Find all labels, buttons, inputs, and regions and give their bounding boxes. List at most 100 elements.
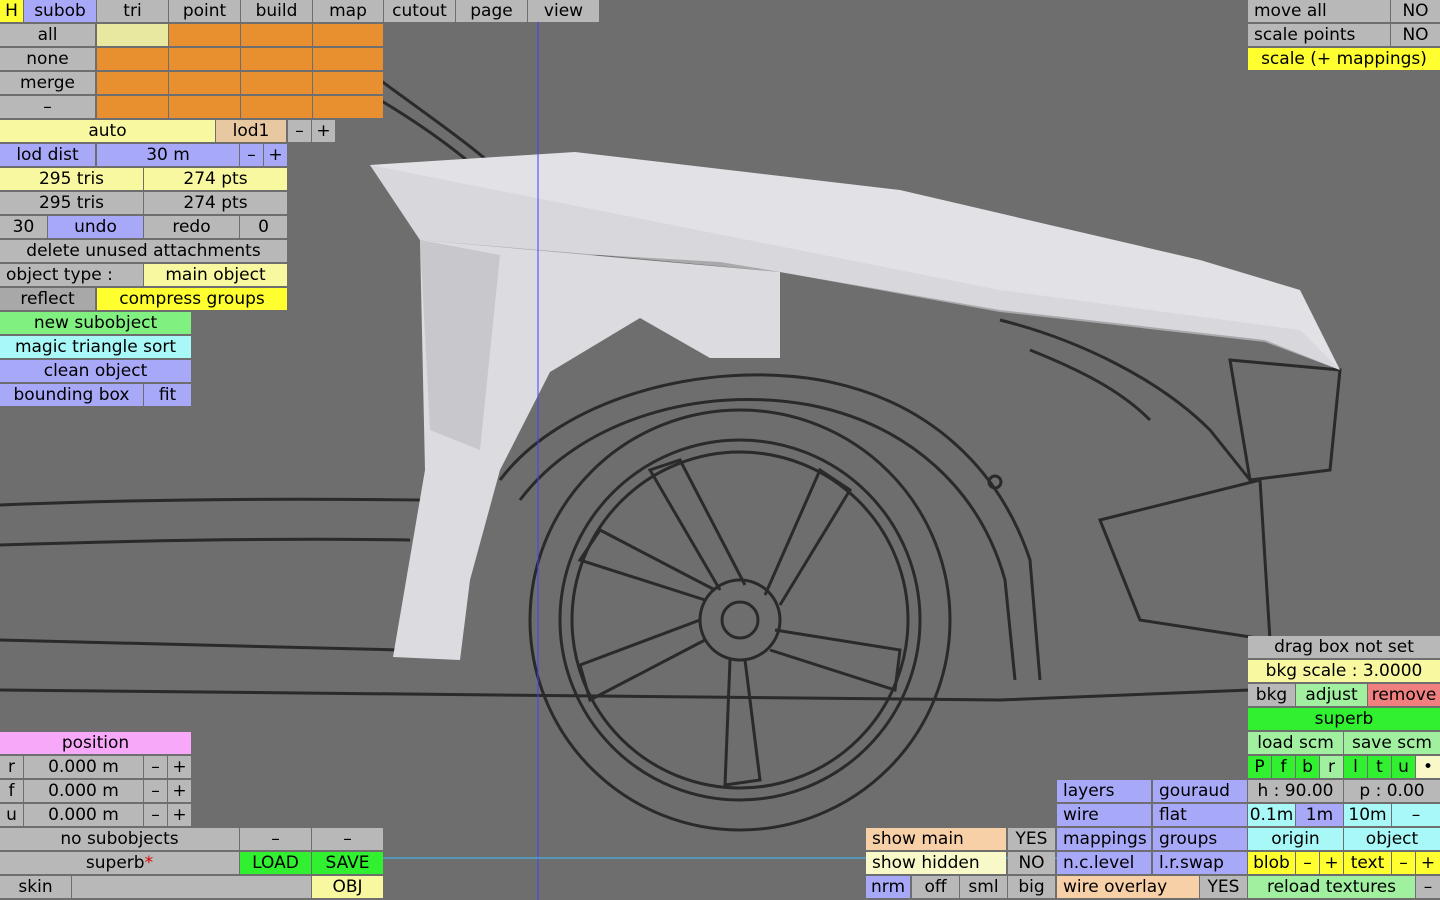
pitch-value[interactable]: p : 0.00 bbox=[1344, 780, 1440, 802]
show-main-toggle[interactable]: YES bbox=[1008, 828, 1055, 850]
object-button[interactable]: object bbox=[1344, 828, 1440, 850]
subobject-slot[interactable] bbox=[313, 72, 383, 94]
wire-overlay-toggle[interactable]: YES bbox=[1200, 876, 1247, 898]
subobject-slot[interactable] bbox=[169, 96, 240, 118]
subobject-slot[interactable] bbox=[169, 48, 240, 70]
layers-button[interactable]: layers bbox=[1057, 780, 1151, 802]
position-value-r[interactable]: 0.000 m bbox=[24, 756, 143, 778]
lod-plus-button[interactable]: + bbox=[312, 120, 335, 142]
big-button[interactable]: big bbox=[1008, 876, 1055, 898]
clean-object-button[interactable]: clean object bbox=[0, 360, 191, 382]
lod-auto-button[interactable]: auto bbox=[0, 120, 215, 142]
scale-points-toggle[interactable]: NO bbox=[1391, 24, 1440, 46]
tab-build[interactable]: build bbox=[241, 0, 312, 22]
subobject-slot[interactable] bbox=[97, 96, 168, 118]
lod-dist-plus-button[interactable]: + bbox=[264, 144, 287, 166]
object-type-value[interactable]: main object bbox=[144, 264, 287, 286]
subobject-dash-button[interactable]: – bbox=[240, 828, 311, 850]
bkg-scale-value[interactable]: bkg scale : 3.0000 bbox=[1248, 660, 1440, 682]
tab-h[interactable]: H bbox=[0, 0, 23, 22]
view-toggle-f[interactable]: f bbox=[1272, 756, 1295, 778]
position-plus-button[interactable]: + bbox=[168, 780, 191, 802]
gouraud-button[interactable]: gouraud bbox=[1153, 780, 1247, 802]
position-minus-button[interactable]: – bbox=[144, 804, 167, 826]
delete-unused-attachments-button[interactable]: delete unused attachments bbox=[0, 240, 287, 262]
subobject-dash-button[interactable]: – bbox=[312, 828, 383, 850]
view-toggle-u[interactable]: u bbox=[1392, 756, 1415, 778]
position-value-u[interactable]: 0.000 m bbox=[24, 804, 143, 826]
origin-button[interactable]: origin bbox=[1248, 828, 1343, 850]
off-button[interactable]: off bbox=[912, 876, 959, 898]
view-toggle-t[interactable]: t bbox=[1368, 756, 1391, 778]
view-toggle-p[interactable]: P bbox=[1248, 756, 1271, 778]
step-1m-button[interactable]: 1m bbox=[1296, 804, 1343, 826]
tab-view[interactable]: view bbox=[528, 0, 599, 22]
undo-button[interactable]: undo bbox=[48, 216, 143, 238]
wire-button[interactable]: wire bbox=[1057, 804, 1151, 826]
subobject-slot[interactable] bbox=[241, 96, 312, 118]
subobject-slot[interactable] bbox=[97, 48, 168, 70]
subobject-slot[interactable] bbox=[313, 24, 383, 46]
save-button[interactable]: SAVE bbox=[312, 852, 383, 874]
view-toggle-b[interactable]: b bbox=[1296, 756, 1319, 778]
flat-button[interactable]: flat bbox=[1153, 804, 1247, 826]
tab-point[interactable]: point bbox=[169, 0, 240, 22]
fit-button[interactable]: fit bbox=[144, 384, 191, 406]
magic-triangle-sort-button[interactable]: magic triangle sort bbox=[0, 336, 191, 358]
step-0-1m-button[interactable]: 0.1m bbox=[1248, 804, 1295, 826]
redo-button[interactable]: redo bbox=[144, 216, 239, 238]
tab-page[interactable]: page bbox=[456, 0, 527, 22]
text-plus-button[interactable]: + bbox=[1416, 852, 1440, 874]
position-plus-button[interactable]: + bbox=[168, 804, 191, 826]
position-plus-button[interactable]: + bbox=[168, 756, 191, 778]
blob-plus-button[interactable]: + bbox=[1320, 852, 1343, 874]
step-10m-button[interactable]: 10m bbox=[1344, 804, 1391, 826]
bounding-box-button[interactable]: bounding box bbox=[0, 384, 143, 406]
position-minus-button[interactable]: – bbox=[144, 756, 167, 778]
heading-value[interactable]: h : 90.00 bbox=[1248, 780, 1343, 802]
text-minus-button[interactable]: – bbox=[1392, 852, 1415, 874]
select-minus-button[interactable]: – bbox=[0, 96, 95, 118]
tab-tri[interactable]: tri bbox=[97, 0, 168, 22]
subobject-slot[interactable] bbox=[97, 24, 168, 46]
lod-name[interactable]: lod1 bbox=[216, 120, 286, 142]
tab-cutout[interactable]: cutout bbox=[384, 0, 455, 22]
reload-textures-button[interactable]: reload textures bbox=[1248, 876, 1415, 898]
subobject-slot[interactable] bbox=[97, 72, 168, 94]
lod-minus-button[interactable]: – bbox=[288, 120, 311, 142]
obj-button[interactable]: OBJ bbox=[312, 876, 383, 898]
step-minus-button[interactable]: – bbox=[1392, 804, 1440, 826]
scale-mappings-button[interactable]: scale (+ mappings) bbox=[1248, 48, 1440, 70]
merge-button[interactable]: merge bbox=[0, 72, 95, 94]
reflect-button[interactable]: reflect bbox=[0, 288, 95, 310]
small-button[interactable]: sml bbox=[960, 876, 1007, 898]
tab-map[interactable]: map bbox=[313, 0, 383, 22]
lr-swap-button[interactable]: l.r.swap bbox=[1153, 852, 1247, 874]
select-none-button[interactable]: none bbox=[0, 48, 95, 70]
subobject-slot[interactable] bbox=[313, 96, 383, 118]
select-all-button[interactable]: all bbox=[0, 24, 95, 46]
position-value-f[interactable]: 0.000 m bbox=[24, 780, 143, 802]
position-minus-button[interactable]: – bbox=[144, 780, 167, 802]
save-scm-button[interactable]: save scm bbox=[1344, 732, 1440, 754]
subobject-slot[interactable] bbox=[169, 72, 240, 94]
reload-minus-button[interactable]: – bbox=[1416, 876, 1440, 898]
mappings-button[interactable]: mappings bbox=[1057, 828, 1151, 850]
bkg-remove-button[interactable]: remove bbox=[1368, 684, 1440, 706]
tab-subob[interactable]: subob bbox=[24, 0, 96, 22]
view-dot-toggle[interactable]: • bbox=[1416, 756, 1440, 778]
new-subobject-button[interactable]: new subobject bbox=[0, 312, 191, 334]
subobject-slot[interactable] bbox=[241, 72, 312, 94]
subobject-slot[interactable] bbox=[313, 48, 383, 70]
move-all-toggle[interactable]: NO bbox=[1391, 0, 1440, 22]
normal-size-button[interactable]: nrm bbox=[866, 876, 910, 898]
show-hidden-toggle[interactable]: NO bbox=[1008, 852, 1055, 874]
subobject-slot[interactable] bbox=[241, 24, 312, 46]
skin-field[interactable] bbox=[72, 876, 311, 898]
load-button[interactable]: LOAD bbox=[240, 852, 311, 874]
lod-dist-value[interactable]: 30 m bbox=[97, 144, 239, 166]
lod-dist-minus-button[interactable]: – bbox=[240, 144, 263, 166]
groups-button[interactable]: groups bbox=[1153, 828, 1247, 850]
view-toggle-l[interactable]: l bbox=[1344, 756, 1367, 778]
load-scm-button[interactable]: load scm bbox=[1248, 732, 1343, 754]
